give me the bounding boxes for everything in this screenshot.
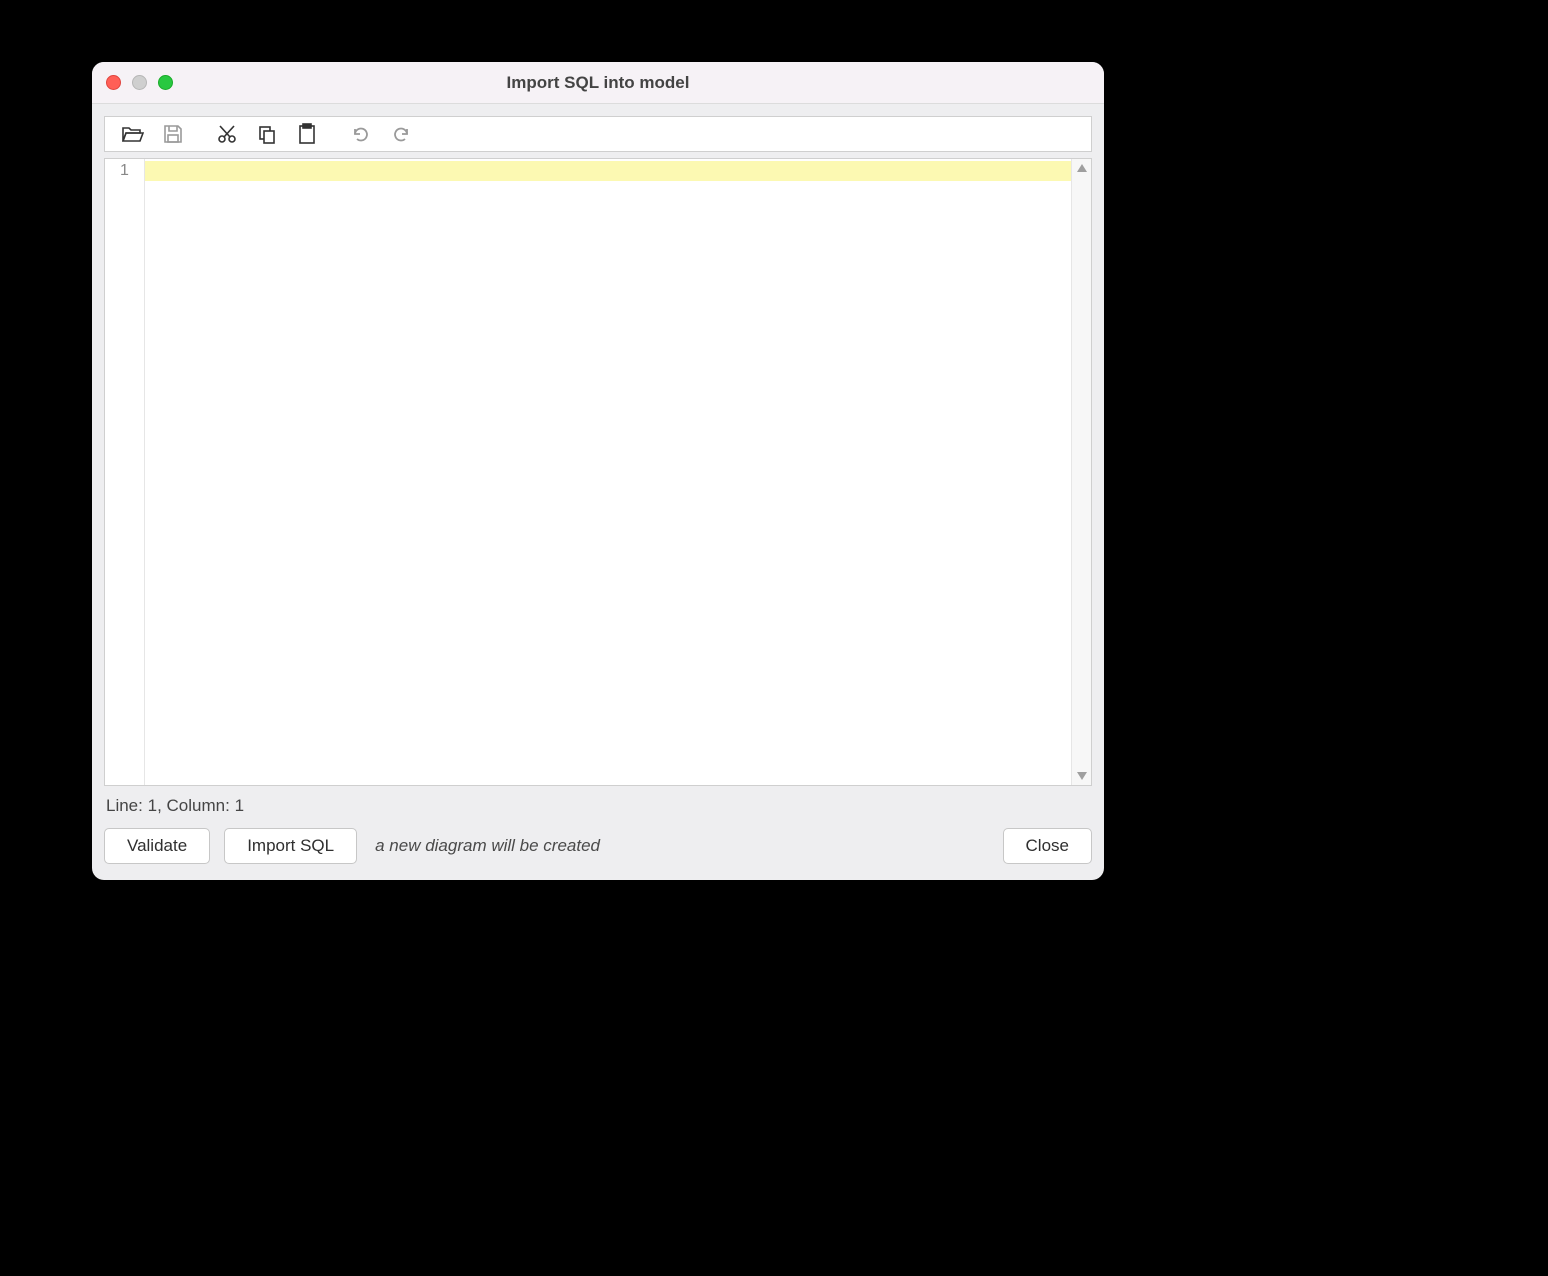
import-sql-button[interactable]: Import SQL: [224, 828, 357, 864]
status-line-label: Line:: [106, 796, 143, 815]
scroll-down-arrow-icon[interactable]: [1072, 767, 1091, 785]
open-icon: [122, 125, 144, 143]
copy-button[interactable]: [247, 117, 287, 151]
close-window-icon[interactable]: [106, 75, 121, 90]
dialog-content: 1 Line: 1, Column: 1 Validate Import SQ: [92, 104, 1104, 880]
undo-button[interactable]: [341, 117, 381, 151]
vertical-scrollbar[interactable]: [1071, 159, 1091, 785]
status-column-value: 1: [235, 796, 244, 815]
cut-icon: [217, 124, 237, 144]
redo-button[interactable]: [381, 117, 421, 151]
minimize-window-icon: [132, 75, 147, 90]
import-sql-dialog: Import SQL into model: [92, 62, 1104, 880]
redo-icon: [391, 124, 411, 144]
paste-icon: [298, 123, 316, 145]
paste-button[interactable]: [287, 117, 327, 151]
undo-icon: [351, 124, 371, 144]
validate-button[interactable]: Validate: [104, 828, 210, 864]
current-line-highlight: [145, 161, 1071, 181]
copy-icon: [257, 124, 277, 144]
window-title: Import SQL into model: [92, 73, 1104, 93]
cursor-position-status: Line: 1, Column: 1: [104, 792, 1092, 822]
close-button[interactable]: Close: [1003, 828, 1092, 864]
open-file-button[interactable]: [113, 117, 153, 151]
editor-toolbar: [104, 116, 1092, 152]
save-file-button[interactable]: [153, 117, 193, 151]
zoom-window-icon[interactable]: [158, 75, 173, 90]
status-line-value: 1: [148, 796, 157, 815]
save-icon: [163, 124, 183, 144]
titlebar: Import SQL into model: [92, 62, 1104, 104]
scroll-up-arrow-icon[interactable]: [1072, 159, 1091, 177]
code-area[interactable]: [145, 159, 1071, 785]
dialog-footer: Validate Import SQL a new diagram will b…: [104, 828, 1092, 864]
window-controls: [106, 62, 173, 103]
line-number-gutter: 1: [105, 159, 145, 785]
line-number: 1: [105, 161, 144, 181]
sql-editor[interactable]: 1: [104, 158, 1092, 786]
status-column-label: Column:: [167, 796, 230, 815]
cut-button[interactable]: [207, 117, 247, 151]
footer-hint: a new diagram will be created: [375, 836, 600, 856]
